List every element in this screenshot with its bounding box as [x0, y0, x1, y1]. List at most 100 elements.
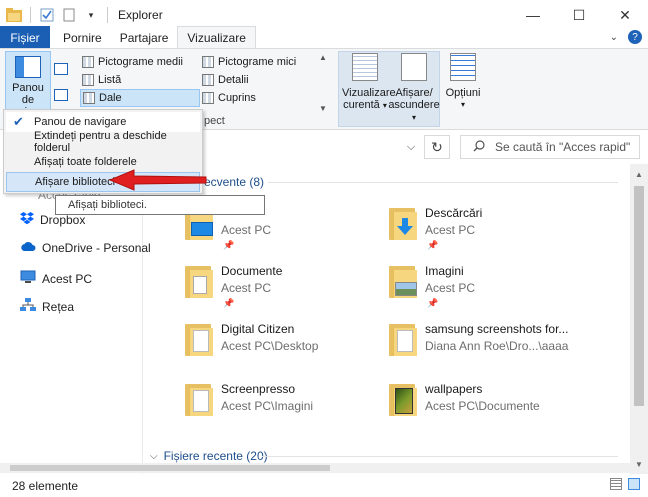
status-bar: 28 elemente [0, 474, 648, 497]
layout-list[interactable]: Listă [80, 71, 200, 89]
nav-item-network[interactable]: Rețea [20, 298, 74, 315]
scroll-up-icon[interactable]: ▲ [319, 53, 327, 62]
tab-file[interactable]: Fișier [0, 26, 50, 49]
folder-icon [183, 322, 213, 358]
search-box[interactable]: Se caută în "Acces rapid" [460, 135, 640, 159]
chevron-down-icon: ⌵ [150, 450, 158, 462]
scroll-up-icon[interactable]: ▲ [630, 166, 648, 182]
details-pane-icon[interactable] [54, 89, 68, 101]
details-view-icon[interactable] [610, 478, 622, 490]
scroll-down-icon[interactable]: ▼ [630, 456, 648, 472]
folder-tile[interactable]: Descărcări Acest PC 📌 [387, 206, 587, 262]
menu-item-expand-to-open-folder[interactable]: Extindeți pentru a deschide folderul [6, 130, 200, 154]
folder-name: Imagini [425, 264, 464, 278]
folder-location: Acest PC\Imagini [221, 399, 314, 413]
grid-icon [82, 56, 94, 68]
nav-item-onedrive[interactable]: OneDrive - Personal [20, 241, 151, 255]
recent-files-header[interactable]: ⌵ Fișiere recente (20) [150, 449, 268, 463]
current-view-icon [352, 53, 378, 81]
folder-tile[interactable]: Documente Acest PC 📌 [183, 264, 383, 320]
layout-small-icons[interactable]: Pictograme mici [200, 53, 318, 71]
folder-icon [387, 382, 417, 418]
folder-tile[interactable]: Digital Citizen Acest PC\Desktop [183, 322, 383, 378]
folder-location: Acest PC [221, 223, 272, 237]
ribbon-tabs: Fișier Pornire Partajare Vizualizare ⌄ ? [0, 26, 648, 49]
tab-view[interactable]: Vizualizare [177, 26, 256, 49]
list-icon [82, 74, 94, 86]
options-button[interactable]: Opțiuni ▾ [444, 53, 482, 111]
nav-item-this-pc[interactable]: Acest PC [20, 270, 92, 287]
folder-tile[interactable]: Screenpresso Acest PC\Imagini [183, 382, 383, 438]
network-icon [20, 298, 36, 315]
pages-overlay-icon [193, 330, 209, 352]
dropdown-icon[interactable]: ▾ [83, 7, 99, 23]
layout-list-left: Pictograme medii Listă Dale [80, 53, 200, 107]
pages-overlay-icon [193, 390, 209, 412]
checklist-icon[interactable] [39, 7, 55, 23]
folder-location: Acest PC\Desktop [221, 339, 319, 353]
layout-group-label: pect [204, 115, 225, 127]
view-toggle-group [610, 478, 640, 490]
tab-home[interactable]: Pornire [54, 26, 111, 49]
refresh-button[interactable]: ↻ [424, 135, 450, 159]
refresh-icon: ↻ [431, 138, 443, 155]
help-icon[interactable]: ? [628, 30, 642, 44]
navigation-pane-button[interactable]: Panou de navigare ▾ [5, 51, 51, 129]
small-grid-icon [202, 56, 214, 68]
toolbar-separator [30, 7, 31, 23]
image-overlay-icon [395, 282, 417, 296]
layout-details[interactable]: Detalii [200, 71, 318, 89]
pin-icon: 📌 [427, 298, 439, 308]
folder-tile[interactable]: samsung screenshots for... Diana Ann Roe… [387, 322, 587, 378]
pages-overlay-icon [397, 330, 413, 352]
layout-list-right: Pictograme mici Detalii Cuprins [200, 53, 318, 107]
content-icon [202, 92, 214, 104]
horizontal-scrollbar[interactable] [0, 463, 630, 473]
folder-icon [183, 382, 213, 418]
tab-share[interactable]: Partajare [111, 26, 178, 49]
photo-overlay-icon [395, 388, 413, 414]
tiles-icon [83, 92, 95, 104]
tiles-view-icon[interactable] [628, 478, 640, 490]
folder-icon[interactable] [6, 7, 22, 23]
navigation-pane-icon [15, 56, 41, 78]
current-view-button[interactable]: Vizualizare curentă ▾ [342, 53, 396, 112]
item-count: 28 elemente [12, 478, 79, 493]
folder-name: samsung screenshots for... [425, 322, 569, 336]
folder-location: Acest PC [425, 223, 476, 237]
search-icon [473, 139, 485, 155]
layout-tiles[interactable]: Dale [80, 89, 200, 107]
chevron-down-icon: ⌵ [406, 140, 416, 153]
folder-name: Documente [221, 264, 283, 278]
search-placeholder: Se caută în "Acces rapid" [495, 140, 631, 154]
scrollbar-thumb[interactable] [634, 186, 644, 406]
layout-medium-icons[interactable]: Pictograme medii [80, 53, 200, 71]
vertical-scrollbar[interactable]: ▲ ▼ [630, 164, 648, 474]
show-hide-button[interactable]: Afișare/ ascundere ▾ [388, 53, 440, 124]
section-divider [268, 182, 618, 183]
navigation-pane-label-1: Panou de [12, 82, 44, 106]
folder-icon [183, 264, 213, 300]
toolbar-separator [107, 7, 108, 23]
tooltip: Afișați biblioteci. [55, 195, 265, 215]
folder-name: wallpapers [425, 382, 483, 396]
menu-item-navigation-pane[interactable]: ✔ Panou de navigare [6, 112, 200, 132]
layout-scroller[interactable]: ▲ ▼ [318, 53, 328, 113]
scroll-down-icon[interactable]: ▼ [319, 104, 327, 113]
computer-icon [20, 270, 36, 287]
folder-tile[interactable]: Imagini Acest PC 📌 [387, 264, 587, 320]
blank-page-icon[interactable] [61, 7, 77, 23]
layout-content[interactable]: Cuprins [200, 89, 318, 107]
folder-location: Acest PC [221, 281, 272, 295]
pin-icon: 📌 [223, 240, 235, 250]
details-icon [202, 74, 214, 86]
address-history-dropdown[interactable]: ⌵ [402, 138, 420, 156]
folder-tile[interactable]: wallpapers Acest PC\Documente [387, 382, 587, 438]
folder-icon [387, 206, 417, 242]
folder-icon [387, 264, 417, 300]
preview-pane-icon[interactable] [54, 63, 68, 75]
chevron-down-icon[interactable]: ⌄ [610, 32, 618, 43]
horizontal-scrollbar-thumb[interactable] [10, 465, 330, 471]
frequent-folders-header[interactable]: recvente (8) [200, 175, 264, 189]
check-icon: ✔ [13, 114, 24, 129]
